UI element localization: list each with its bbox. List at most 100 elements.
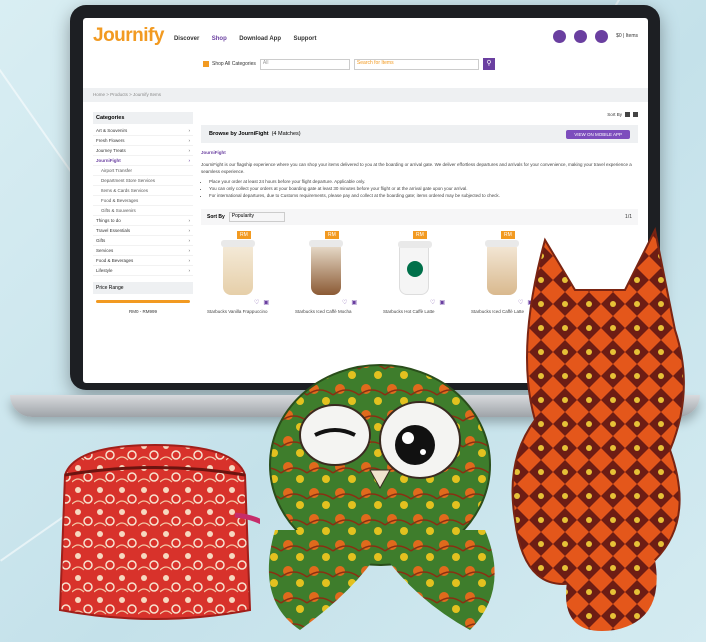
breadcrumb: Home > Products > Journify Items bbox=[83, 88, 648, 102]
sidebar-title: Categories bbox=[93, 112, 193, 124]
header-actions: $0 | Items bbox=[553, 29, 638, 43]
product-name: Starbucks Iced Caffè Mocha bbox=[295, 309, 352, 314]
sidebar-item-label: Airport Transfer bbox=[101, 168, 133, 173]
sidebar-item[interactable]: JourniFight › bbox=[93, 156, 193, 166]
category-description: JourniFight JourniFight is our flagship … bbox=[201, 149, 638, 199]
cart-summary[interactable]: $0 | Items bbox=[616, 33, 638, 39]
search-button[interactable]: ⚲ bbox=[482, 58, 495, 70]
price-range-value: RM0 - RM999 bbox=[128, 309, 157, 314]
view-on-app-button[interactable]: VIEW ON MOBILE APP bbox=[566, 129, 630, 139]
description-bullet: Place your order at least 24 hours befor… bbox=[209, 178, 638, 185]
sidebar-item[interactable]: Travel Essentials › bbox=[93, 226, 193, 236]
drink-image bbox=[309, 240, 343, 295]
main-nav: Discover Shop Download App Support bbox=[174, 27, 325, 45]
category-sidebar: Categories Art & Souvenirs › Fresh Flowers… bbox=[93, 112, 193, 315]
product-photo-scene: Journify Discover Shop Download App Supp… bbox=[0, 0, 706, 642]
sidebar-item[interactable]: Airport Transfer bbox=[93, 166, 193, 176]
sort-label: Sort By bbox=[207, 214, 225, 220]
product-name: Starbucks Hot Caffè Latte bbox=[383, 309, 435, 314]
chevron-right-icon: › bbox=[188, 138, 191, 143]
price-range-slider[interactable] bbox=[96, 300, 190, 303]
grid-view-icon[interactable] bbox=[625, 112, 630, 117]
heart-icon[interactable]: ♡ bbox=[342, 299, 347, 306]
batik-cat-plush bbox=[511, 226, 685, 631]
sidebar-item-label: Department Store Services bbox=[101, 178, 156, 183]
cart-add-icon[interactable]: ▣ bbox=[439, 299, 445, 306]
product-card[interactable]: RM ♡ ▣ Starbucks Hot Caffè Latte bbox=[383, 231, 445, 315]
sidebar-item-label: Services bbox=[96, 248, 114, 253]
sidebar-item[interactable]: Items & Cards Services bbox=[93, 186, 193, 196]
heart-icon[interactable]: ♡ bbox=[430, 299, 435, 306]
journify-logo[interactable]: Journify bbox=[93, 25, 164, 47]
sidebar-item[interactable]: Things to do › bbox=[93, 216, 193, 226]
sidebar-item-label: Food & Beverages bbox=[101, 198, 139, 203]
sidebar-item[interactable]: Fresh Flowers › bbox=[93, 136, 193, 146]
sort-by-label: Sort By bbox=[607, 112, 622, 117]
cart-add-icon[interactable]: ▣ bbox=[263, 299, 269, 306]
description-bullet: For international departures, due to Cus… bbox=[209, 192, 638, 199]
product-name: Starbucks Vanilla Frappuccino bbox=[207, 309, 268, 314]
drink-image bbox=[398, 241, 432, 295]
search-input[interactable]: Search for Items bbox=[353, 58, 479, 70]
sidebar-item[interactable]: Department Store Services bbox=[93, 176, 193, 186]
sidebar-item-label: Items & Cards Services bbox=[101, 188, 149, 193]
sidebar-item-label: Art & Souvenirs bbox=[96, 128, 128, 133]
chevron-right-icon: › bbox=[188, 128, 191, 133]
sidebar-item-label: Travel Essentials bbox=[96, 228, 131, 233]
search-bar: Shop All Categories All Search for Items… bbox=[83, 54, 648, 74]
price-tag: RM bbox=[237, 231, 251, 239]
batik-owl-plush bbox=[268, 364, 495, 630]
chevron-right-icon: › bbox=[188, 248, 191, 253]
grid-icon bbox=[203, 61, 209, 67]
sidebar-item[interactable]: Lifestyle › bbox=[93, 266, 193, 276]
nav-item-support[interactable]: Support bbox=[293, 36, 316, 42]
wishlist-icon[interactable] bbox=[574, 29, 588, 43]
description-bullet: You can only collect your orders at your… bbox=[209, 185, 638, 192]
chevron-right-icon: › bbox=[188, 228, 191, 233]
sidebar-item[interactable]: Food & Beverages bbox=[93, 196, 193, 206]
sidebar-item-label: Things to do bbox=[96, 218, 121, 223]
cart-icon[interactable] bbox=[595, 29, 609, 43]
chevron-right-icon: › bbox=[188, 238, 191, 243]
sidebar-item[interactable]: Food & Beverages › bbox=[93, 256, 193, 266]
browse-banner: Browse by JourniFight (4 Matches) VIEW O… bbox=[201, 125, 638, 143]
sidebar-item-label: Journey Treats bbox=[96, 148, 126, 153]
sidebar-item-label: JourniFight bbox=[96, 158, 121, 163]
sidebar-item[interactable]: Art & Souvenirs › bbox=[93, 126, 193, 136]
list-view-icon[interactable] bbox=[633, 112, 638, 117]
nav-item-discover[interactable]: Discover bbox=[174, 36, 199, 42]
sidebar-item[interactable]: Gifts & Souvenirs bbox=[93, 206, 193, 216]
sidebar-item[interactable]: Services › bbox=[93, 246, 193, 256]
price-tag: RM bbox=[325, 231, 339, 239]
shop-all-categories-label: Shop All Categories bbox=[212, 61, 256, 67]
product-card[interactable]: RM ♡ ▣ Starbucks Iced Caffè Mocha bbox=[295, 231, 357, 315]
category-select[interactable]: All bbox=[259, 58, 350, 70]
view-options: Sort By bbox=[201, 112, 638, 117]
sidebar-item-label: Gifts & Souvenirs bbox=[101, 208, 136, 213]
sort-select[interactable]: Popularity bbox=[228, 212, 285, 222]
sidebar-item-label: Lifestyle bbox=[96, 268, 113, 273]
chevron-right-icon: › bbox=[188, 218, 191, 223]
price-tag: RM bbox=[413, 231, 427, 239]
batik-pouch bbox=[58, 443, 260, 620]
browse-count: (4 Matches) bbox=[271, 131, 301, 137]
nav-item-shop[interactable]: Shop bbox=[212, 36, 227, 42]
cart-add-icon[interactable]: ▣ bbox=[351, 299, 357, 306]
chevron-right-icon: › bbox=[188, 258, 191, 263]
chevron-right-icon: › bbox=[188, 148, 191, 153]
nav-item-download-app[interactable]: Download App bbox=[239, 36, 281, 42]
chevron-right-icon: › bbox=[188, 158, 191, 163]
sidebar-item-label: Food & Beverages bbox=[96, 258, 134, 263]
product-card[interactable]: RM ♡ ▣ Starbucks Vanilla Frappuccino bbox=[207, 231, 269, 315]
sidebar-item[interactable]: Journey Treats › bbox=[93, 146, 193, 156]
drink-image bbox=[221, 240, 255, 295]
sidebar-item-label: Gifts bbox=[96, 238, 106, 243]
description-title: JourniFight bbox=[201, 150, 226, 155]
price-range-header[interactable]: Price Range bbox=[93, 282, 193, 294]
chevron-right-icon: › bbox=[188, 268, 191, 273]
account-icon[interactable] bbox=[553, 29, 567, 43]
sidebar-item[interactable]: Gifts › bbox=[93, 236, 193, 246]
browse-title: Browse by JourniFight bbox=[209, 131, 269, 137]
shop-all-categories[interactable]: Shop All Categories bbox=[203, 61, 256, 67]
heart-icon[interactable]: ♡ bbox=[254, 299, 259, 306]
